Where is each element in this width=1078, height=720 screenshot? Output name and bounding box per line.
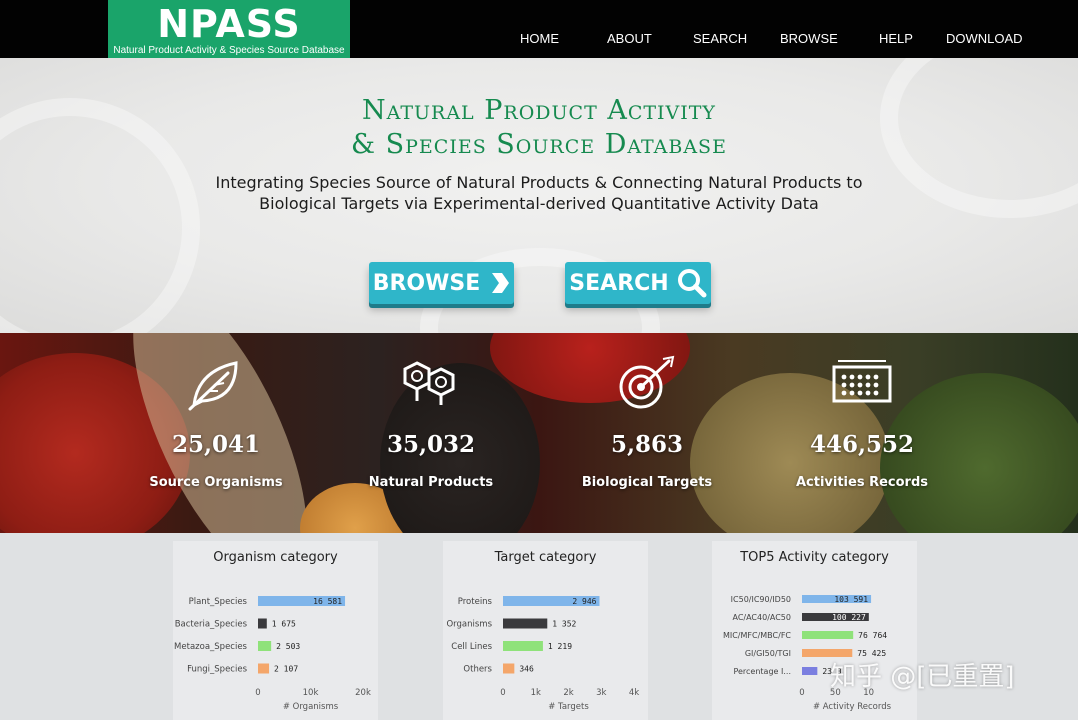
x-axis-label: # Activity Records	[813, 702, 892, 712]
category-label: Fungi_Species	[187, 665, 247, 675]
bar-value-label: 346	[519, 665, 534, 674]
search-icon	[677, 269, 707, 298]
nav-about[interactable]: ABOUT	[607, 31, 652, 46]
stat-value: 5,863	[610, 431, 684, 458]
bar-value-label: 1 219	[548, 642, 572, 651]
bar-value-label: 100 227	[832, 613, 866, 622]
bar	[258, 663, 270, 674]
category-label: Percentage I...	[733, 667, 791, 676]
hero-description-line1: Integrating Species Source of Natural Pr…	[215, 173, 863, 192]
bar	[258, 618, 267, 629]
category-label: Proteins	[458, 597, 493, 607]
stat-value: 446,552	[809, 431, 915, 458]
hero-title-line2: & Species Source Database	[351, 129, 727, 160]
browse-button-label: BROWSE	[372, 270, 481, 296]
bar	[503, 618, 548, 629]
hero-description-line2: Biological Targets via Experimental-deri…	[259, 194, 819, 213]
nav-help[interactable]: HELP	[879, 31, 913, 46]
search-button-label: SEARCH	[569, 270, 669, 296]
category-label: MIC/MFC/MBC/FC	[723, 631, 791, 640]
category-label: GI/GI50/TGI	[745, 649, 791, 658]
stat-label: Natural Products	[368, 475, 494, 490]
x-tick-label: 0	[500, 688, 505, 698]
nav-download[interactable]: DOWNLOAD	[946, 31, 1023, 46]
bar-value-label: 2 503	[276, 642, 300, 651]
search-button[interactable]: SEARCH	[565, 262, 711, 304]
bar-value-label: 103 591	[834, 595, 868, 604]
target-category-chart: Target category Proteins 2 946 Organisms 1 …	[443, 541, 648, 720]
category-label: Plant_Species	[189, 597, 248, 607]
nav-search[interactable]: SEARCH	[693, 31, 747, 46]
x-tick-label: 1k	[531, 688, 541, 698]
nav-browse[interactable]: BROWSE	[780, 31, 838, 46]
main-nav: HOME ABOUT SEARCH BROWSE HELP DOWNLOAD	[0, 31, 1078, 51]
x-tick-label: 4k	[629, 688, 639, 698]
activity-category-chart: TOP5 Activity category IC50/IC90/ID50 103…	[712, 541, 917, 720]
stat-value: 35,032	[386, 431, 476, 458]
x-axis-label: # Targets	[548, 702, 589, 712]
target-category-plot: Proteins 2 946 Organisms 1 352 Cell Lines 1 2…	[446, 596, 639, 712]
category-label: AC/AC40/AC50	[732, 613, 791, 622]
bar-value-label: 1 675	[272, 620, 296, 629]
category-label: IC50/IC90/ID50	[731, 595, 791, 604]
hero-section: Natural Product Activity & Species Sourc…	[0, 58, 1078, 333]
bar-value-label: 76 764	[858, 631, 887, 640]
stat-natural-products[interactable]: 35,032 Natural Products	[331, 333, 531, 533]
category-label: Others	[463, 665, 492, 675]
zhihu-watermark: 知乎 @[已重置]	[830, 662, 1015, 692]
stat-label: Source Organisms	[149, 475, 283, 490]
leaf-icon	[188, 361, 238, 411]
browse-button[interactable]: BROWSE	[369, 262, 514, 304]
top-navbar: NPASS Natural Product Activity & Species…	[0, 0, 1078, 58]
x-tick-label: 20k	[355, 688, 371, 698]
category-label: Metazoa_Species	[174, 642, 248, 652]
x-tick-label: 0	[255, 688, 260, 698]
target-icon	[619, 355, 675, 409]
stat-biological-targets[interactable]: 5,863 Biological Targets	[547, 333, 747, 533]
bar	[258, 641, 272, 651]
stat-source-organisms[interactable]: 25,041 Source Organisms	[116, 333, 316, 533]
category-label: Organisms	[446, 620, 492, 630]
organism-category-plot: Plant_Species 16 581 Bacteria_Species 1 675…	[174, 596, 371, 712]
bar	[503, 663, 515, 674]
organism-category-chart: Organism category Plant_Species 16 581 Bac…	[173, 541, 378, 720]
chevron-right-icon	[492, 273, 510, 293]
stat-label: Activities Records	[795, 475, 929, 490]
category-label: Bacteria_Species	[175, 620, 248, 630]
statistics-band: 25,041 Source Organisms 35,032 Natural P…	[0, 333, 1078, 533]
stat-label: Biological Targets	[581, 475, 713, 490]
x-tick-label: 2k	[563, 688, 573, 698]
bar-value-label: 2 946	[572, 597, 596, 606]
bar-value-label: 1 352	[552, 620, 576, 629]
chip-icon	[832, 360, 892, 403]
molecule-icon	[403, 361, 455, 405]
x-tick-label: 10k	[303, 688, 319, 698]
nav-home[interactable]: HOME	[520, 31, 559, 46]
stat-activities-records[interactable]: 446,552 Activities Records	[762, 333, 962, 533]
x-axis-label: # Organisms	[283, 702, 339, 712]
category-label: Cell Lines	[451, 642, 492, 652]
bar-value-label: 16 581	[313, 597, 342, 606]
x-tick-label: 0	[799, 688, 804, 698]
bar	[503, 641, 543, 651]
activity-category-plot: IC50/IC90/ID50 103 591 AC/AC40/AC50 100 227…	[723, 595, 892, 712]
x-tick-label: 3k	[596, 688, 606, 698]
hero-title-line1: Natural Product Activity	[362, 95, 716, 126]
stat-value: 25,041	[171, 431, 261, 458]
bar	[802, 667, 818, 675]
bar-value-label: 2 107	[274, 665, 298, 674]
bar	[802, 631, 854, 639]
